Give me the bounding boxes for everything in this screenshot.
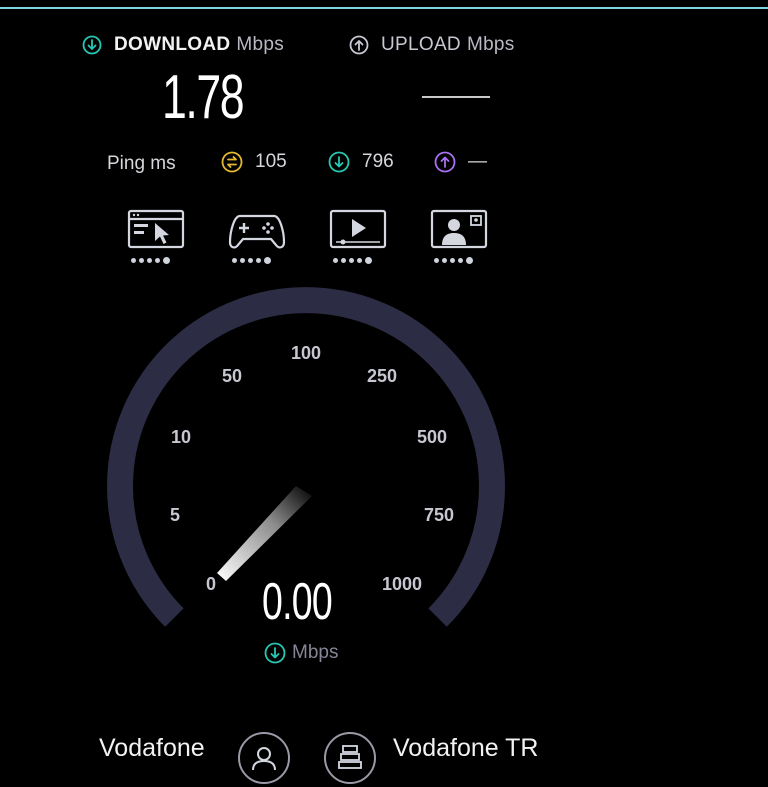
server-icon[interactable] [324,732,376,784]
current-speed-value: 0.00 [262,573,333,631]
scale-label-0: 0 [206,574,216,594]
scale-label-100: 100 [291,343,321,363]
scale-label-750: 750 [424,505,454,525]
scale-label-50: 50 [222,366,242,386]
gauge-needle [217,486,312,581]
gauge-unit: Mbps [264,642,338,664]
gauge-unit-label: Mbps [292,642,339,663]
user-icon[interactable] [238,732,290,784]
download-arrow-icon [264,642,286,664]
server-name: Vodafone TR [393,734,539,762]
scale-label-250: 250 [367,366,397,386]
scale-label-500: 500 [417,427,447,447]
scale-label-1000: 1000 [382,574,422,594]
scale-label-10: 10 [171,427,191,447]
speed-gauge: 0 5 10 50 100 250 500 750 1000 [107,287,505,627]
provider-name: Vodafone [99,734,205,762]
scale-label-5: 5 [170,505,180,525]
footer: Vodafone Vodafone TR [0,732,768,784]
